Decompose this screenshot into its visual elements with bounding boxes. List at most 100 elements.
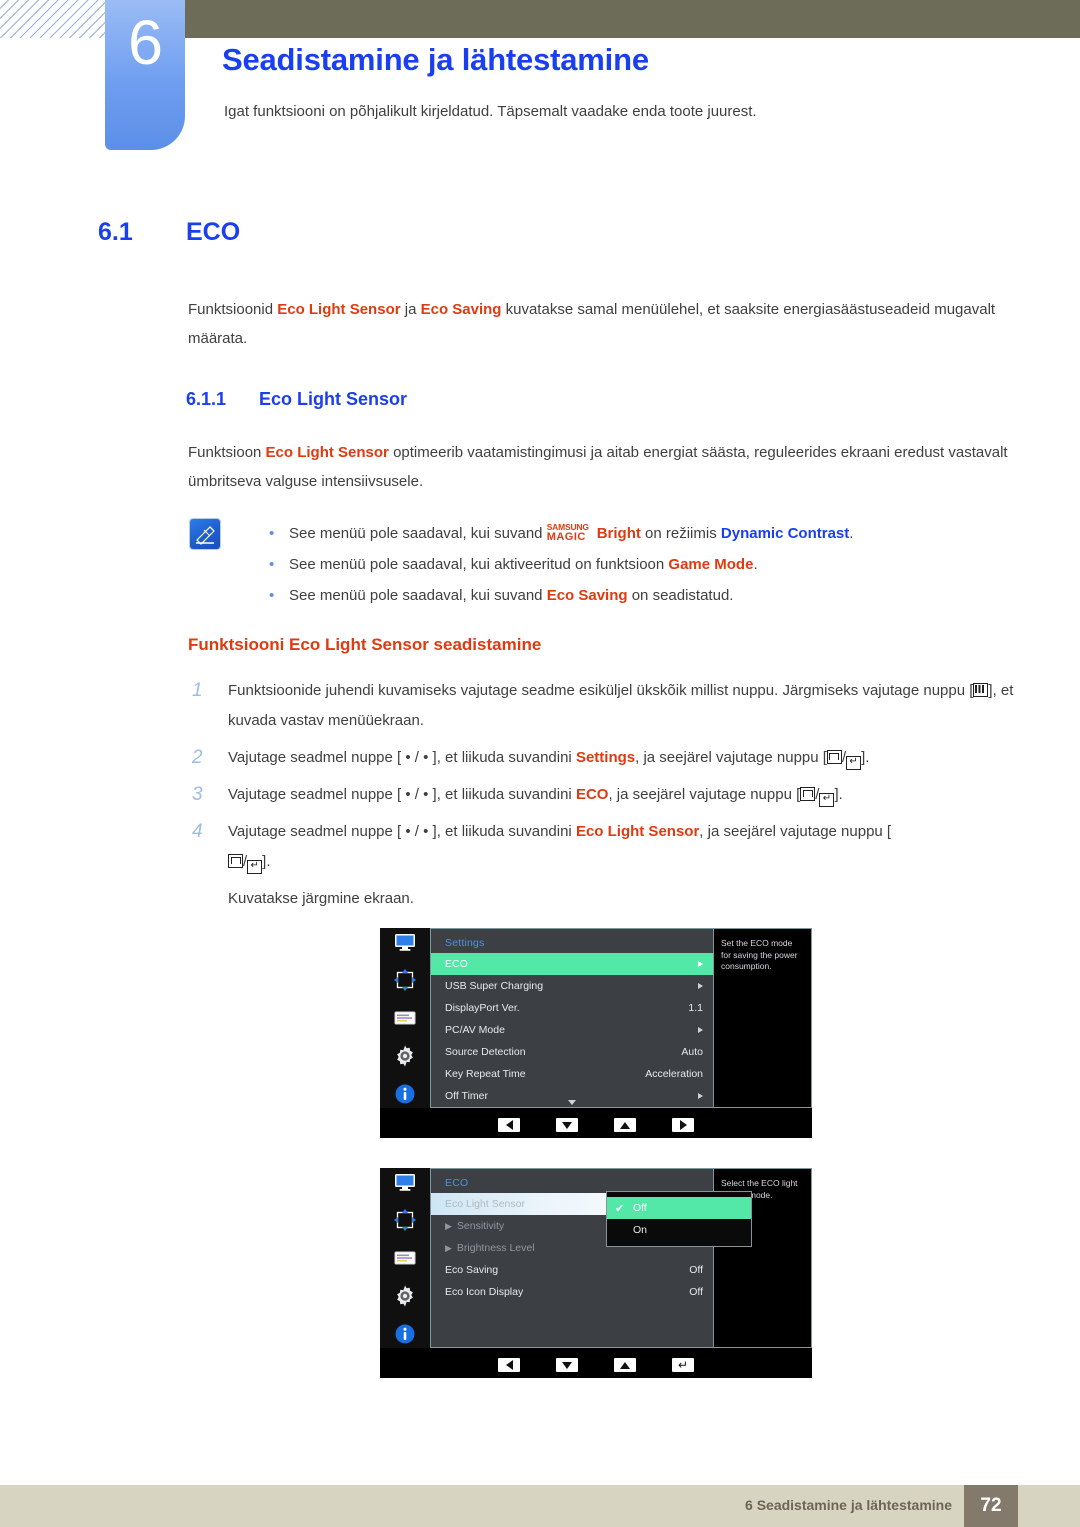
header-khaki-bar <box>178 0 1080 38</box>
information-icon[interactable] <box>392 1081 418 1107</box>
decorative-hatch-pattern <box>0 0 110 38</box>
monitor-icon[interactable] <box>392 1169 418 1195</box>
note-text-post: . <box>753 556 758 573</box>
subsection-number: 6.1.1 <box>186 389 227 409</box>
chevron-right-icon <box>698 1027 703 1033</box>
osd-item-pc-av-mode[interactable]: PC/AV Mode <box>431 1019 713 1041</box>
osd-item-label: Sensitivity <box>456 1220 505 1232</box>
up-arrow-key[interactable] <box>614 1118 636 1132</box>
footer-chapter-text: 6 Seadistamine ja lähtestamine <box>745 1497 952 1513</box>
osd-item-eco-icon-display[interactable]: Eco Icon Display Off <box>431 1281 713 1303</box>
dropdown-option-label: On <box>633 1224 648 1236</box>
step-text-a: Vajutage seadmel nuppe [ • / • ], et lii… <box>228 749 576 766</box>
step-text-a: Vajutage seadmel nuppe [ • / • ], et lii… <box>228 786 576 803</box>
information-icon[interactable] <box>392 1321 418 1347</box>
osd-body: ECO Eco Light Sensor ▶ Sensitivity ▶ Brigh… <box>380 1168 812 1348</box>
osd-item-value: Auto <box>681 1046 703 1058</box>
sub-arrow-icon: ▶ <box>445 1221 452 1231</box>
osd-item-label: Eco Light Sensor <box>445 1198 525 1210</box>
procedure-after-note: Kuvatakse järgmine ekraan. <box>228 890 414 907</box>
step-number: 3 <box>192 784 203 805</box>
down-arrow-key[interactable] <box>556 1358 578 1372</box>
monitor-icon[interactable] <box>392 929 418 955</box>
step-text-c: ]. <box>834 786 843 803</box>
osd-item-value: Off <box>689 1264 703 1276</box>
step-item: 3 Vajutage seadmel nuppe [ • / • ], et li… <box>190 780 1020 810</box>
bullet-icon: • <box>269 587 275 604</box>
onscreen-display-icon[interactable] <box>392 1245 418 1271</box>
dropdown-option-on[interactable]: On <box>607 1219 751 1241</box>
step-number: 1 <box>192 680 203 701</box>
sub-arrow-icon: ▶ <box>445 1243 452 1253</box>
samsung-magic-logo: SAMSUNG MAGIC <box>547 522 597 543</box>
bullet-icon: • <box>269 525 275 542</box>
osd-item-source-detection[interactable]: Source Detection Auto <box>431 1041 713 1063</box>
step-text-a: Vajutage seadmel nuppe [ • / • ], et lii… <box>228 823 576 840</box>
osd-dropdown-eco-light-sensor[interactable]: ✔ Off On <box>606 1191 752 1247</box>
page-header: 6 Seadistamine ja lähtestamine Igat funk… <box>0 0 1080 170</box>
note-list: • See menüü pole saadaval, kui suvand SAM… <box>247 518 1037 611</box>
step-number: 2 <box>192 747 203 768</box>
osd-item-label: Eco Saving <box>445 1264 499 1276</box>
osd-help-text: Set the ECO mode for saving the power co… <box>714 928 812 1108</box>
step-item: 2 Vajutage seadmel nuppe [ • / • ], et li… <box>190 743 1020 773</box>
dropdown-option-off[interactable]: ✔ Off <box>607 1197 751 1219</box>
step-text-b: , ja seejärel vajutage nuppu [ <box>699 823 892 840</box>
osd-item-key-repeat-time[interactable]: Key Repeat Time Acceleration <box>431 1063 713 1085</box>
page-number-chip: 72 <box>964 1485 1018 1527</box>
osd-item-label: Eco Icon Display <box>445 1286 524 1298</box>
left-arrow-key[interactable] <box>498 1118 520 1132</box>
term-eco-light-sensor-3: Eco Light Sensor <box>575 823 700 840</box>
dropdown-option-label: Off <box>633 1202 647 1214</box>
osd-item-label: ECO <box>445 958 468 970</box>
chapter-title: Seadistamine ja lähtestamine <box>222 42 649 77</box>
enter-key-icon: ↵ <box>846 756 862 770</box>
system-gear-icon[interactable] <box>392 1283 418 1309</box>
osd-menu-panel: ECO Eco Light Sensor ▶ Sensitivity ▶ Brigh… <box>430 1168 752 1348</box>
procedure-steps: 1 Funktsioonide juhendi kuvamiseks vajuta… <box>190 676 1020 914</box>
subsection-text-1: Funktsioon <box>188 444 266 461</box>
left-arrow-key[interactable] <box>498 1358 520 1372</box>
osd-item-usb-super-charging[interactable]: USB Super Charging <box>431 975 713 997</box>
step-text-b: , ja seejärel vajutage nuppu [ <box>608 786 801 803</box>
intro-text-1: Funktsioonid <box>188 301 278 318</box>
term-eco: ECO <box>575 786 609 803</box>
menu-key-icon <box>973 683 989 697</box>
term-game-mode: Game Mode <box>668 556 754 573</box>
osd-item-eco-saving[interactable]: Eco Saving Off <box>431 1259 713 1281</box>
note-item: • See menüü pole saadaval, kui suvand Eco… <box>247 580 1037 611</box>
section-number: 6.1 <box>98 218 133 246</box>
step-item: 4 Vajutage seadmel nuppe [ • / • ], et li… <box>190 817 1020 877</box>
osd-item-value: Acceleration <box>645 1068 703 1080</box>
picture-position-icon[interactable] <box>392 1207 418 1233</box>
scroll-down-indicator-icon[interactable] <box>568 1100 576 1105</box>
down-arrow-key[interactable] <box>556 1118 578 1132</box>
term-eco-saving-2: Eco Saving <box>546 587 628 604</box>
note-text-post: . <box>849 525 854 542</box>
osd-key-guide-bar <box>380 1112 812 1138</box>
subsection-title: Eco Light Sensor <box>259 389 408 409</box>
osd-item-displayport-ver[interactable]: DisplayPort Ver. 1.1 <box>431 997 713 1019</box>
subsection-heading: 6.1.1 Eco Light Sensor <box>186 389 407 410</box>
onscreen-display-icon[interactable] <box>392 1005 418 1031</box>
step-text-a: Funktsioonide juhendi kuvamiseks vajutag… <box>228 682 974 699</box>
section-title: ECO <box>186 218 241 246</box>
up-arrow-key[interactable] <box>614 1358 636 1372</box>
bullet-icon: • <box>269 556 275 573</box>
right-arrow-key[interactable] <box>672 1118 694 1132</box>
osd-key-guide-bar: ↵ <box>380 1352 812 1378</box>
osd-item-value: 1.1 <box>688 1002 703 1014</box>
page-footer: 6 Seadistamine ja lähtestamine 72 <box>0 1485 1080 1527</box>
picture-position-icon[interactable] <box>392 967 418 993</box>
osd-item-label: DisplayPort Ver. <box>445 1002 520 1014</box>
osd-menu-panel: Settings ECO USB Super Charging DisplayP… <box>430 928 714 1108</box>
term-eco-light-sensor-2: Eco Light Sensor <box>265 444 389 461</box>
osd-item-eco[interactable]: ECO <box>431 953 713 975</box>
enter-key[interactable]: ↵ <box>672 1358 694 1372</box>
back-key-icon <box>800 787 816 801</box>
osd-menu-title: Settings <box>445 937 485 949</box>
note-text-mid: on režiimis <box>640 525 721 542</box>
osd-item-label: Source Detection <box>445 1046 526 1058</box>
system-gear-icon[interactable] <box>392 1043 418 1069</box>
subsection-paragraph: Funktsioon Eco Light Sensor optimeerib v… <box>188 438 1018 496</box>
